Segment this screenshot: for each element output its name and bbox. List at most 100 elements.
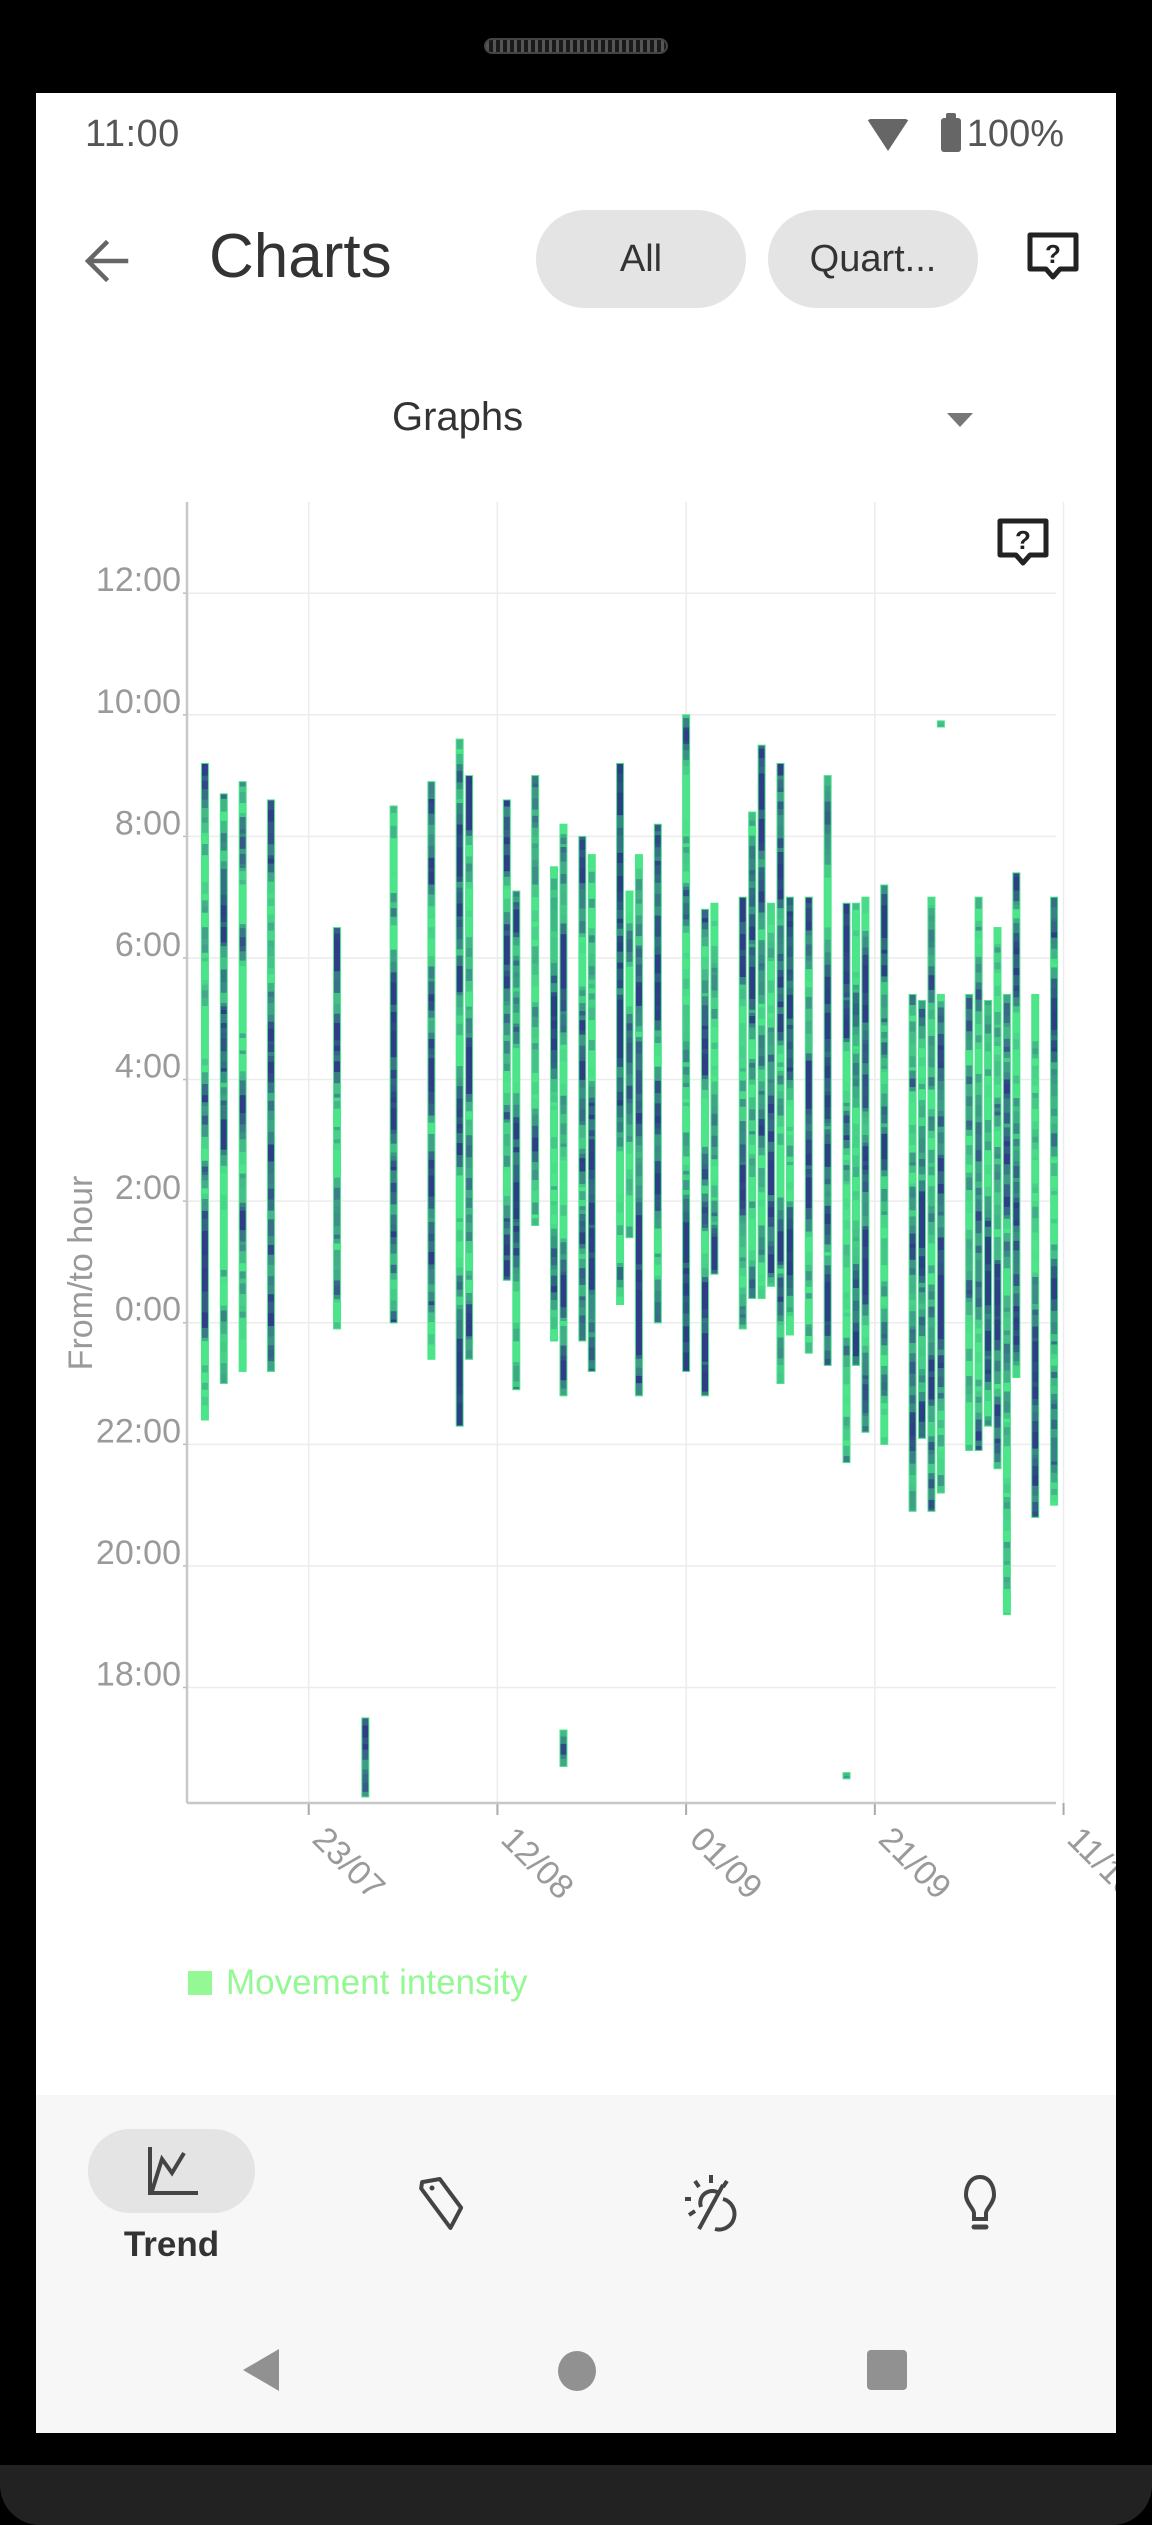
intensity-segment xyxy=(550,959,558,964)
intensity-segment xyxy=(559,1061,567,1068)
intensity-segment xyxy=(531,1094,539,1100)
intensity-segment xyxy=(616,1173,624,1185)
intensity-segment xyxy=(880,1437,888,1445)
intensity-segment xyxy=(220,876,228,887)
intensity-segment xyxy=(220,793,228,800)
intensity-segment xyxy=(559,938,567,946)
intensity-segment xyxy=(861,1229,869,1243)
intensity-segment xyxy=(852,1074,860,1080)
intensity-segment xyxy=(390,1057,398,1071)
intensity-segment xyxy=(748,1266,756,1281)
system-back-button[interactable] xyxy=(243,2349,279,2391)
intensity-segment xyxy=(588,1322,596,1333)
chart-help-button[interactable]: ? xyxy=(996,517,1052,573)
intensity-segment xyxy=(843,1170,851,1182)
intensity-segment xyxy=(748,1144,756,1155)
intensity-segment xyxy=(701,1318,709,1324)
intensity-segment xyxy=(965,1294,973,1299)
intensity-segment xyxy=(267,1326,275,1337)
intensity-segment xyxy=(456,1229,464,1242)
intensity-segment xyxy=(503,930,511,937)
intensity-segment xyxy=(333,1258,341,1267)
intensity-segment xyxy=(994,1350,1002,1362)
nav-item-trend[interactable] xyxy=(88,2129,255,2213)
intensity-segment xyxy=(758,902,766,913)
intensity-segment xyxy=(909,1361,917,1370)
intensity-segment xyxy=(758,994,766,1005)
intensity-segment xyxy=(635,879,643,891)
intensity-segment xyxy=(390,850,398,862)
intensity-segment xyxy=(852,1322,860,1333)
intensity-segment xyxy=(994,1335,1002,1341)
intensity-segment xyxy=(1050,1187,1058,1192)
intensity-segment xyxy=(550,1016,558,1021)
intensity-segment xyxy=(758,1218,766,1226)
intensity-segment xyxy=(984,1313,992,1320)
intensity-segment xyxy=(701,1146,709,1155)
intensity-segment xyxy=(201,952,209,959)
intensity-segment xyxy=(239,1202,247,1208)
intensity-segment xyxy=(1031,1251,1039,1263)
intensity-segment xyxy=(909,1183,917,1188)
intensity-segment xyxy=(635,1259,643,1265)
intensity-segment xyxy=(220,1218,228,1229)
intensity-segment xyxy=(805,1236,813,1241)
intensity-segment xyxy=(635,915,643,925)
intensity-segment xyxy=(927,1405,935,1412)
intensity-segment xyxy=(201,1102,209,1107)
nav-item-insights[interactable] xyxy=(896,2161,1063,2245)
intensity-segment xyxy=(616,980,624,989)
intensity-segment xyxy=(776,1325,784,1332)
intensity-segment xyxy=(748,820,756,827)
intensity-segment xyxy=(861,936,869,949)
intensity-segment xyxy=(456,1289,464,1298)
intensity-segment xyxy=(654,847,662,858)
intensity-segment xyxy=(927,1120,935,1132)
intensity-segment xyxy=(758,1285,766,1290)
intensity-segment xyxy=(220,1027,228,1034)
intensity-segment xyxy=(512,1222,520,1227)
intensity-segment xyxy=(739,909,747,919)
intensity-segment xyxy=(626,930,634,940)
intensity-segment xyxy=(635,924,643,937)
intensity-segment xyxy=(201,1277,209,1284)
intensity-segment xyxy=(559,1123,567,1136)
intensity-segment xyxy=(1003,1582,1011,1590)
intensity-segment xyxy=(201,1180,209,1189)
intensity-segment xyxy=(626,1030,634,1039)
intensity-segment xyxy=(776,1348,784,1359)
intensity-segment xyxy=(456,834,464,848)
intensity-segment xyxy=(626,980,634,991)
intensity-segment xyxy=(503,876,511,887)
intensity-segment xyxy=(710,1066,718,1071)
intensity-segment xyxy=(682,932,690,942)
intensity-segment xyxy=(559,1736,567,1745)
intensity-segment xyxy=(201,1341,209,1354)
intensity-segment xyxy=(786,1207,794,1217)
intensity-segment xyxy=(682,1352,690,1362)
intensity-segment xyxy=(861,1345,869,1354)
intensity-segment xyxy=(1031,1284,1039,1298)
intensity-segment xyxy=(1003,1595,1011,1607)
intensity-segment xyxy=(1050,1194,1058,1208)
intensity-segment xyxy=(465,1339,473,1351)
intensity-segment xyxy=(843,1181,851,1185)
nav-item-day-night[interactable] xyxy=(627,2161,794,2245)
intensity-segment xyxy=(786,1162,794,1166)
intensity-segment xyxy=(927,1221,935,1236)
intensity-segment xyxy=(843,903,851,915)
nav-item-tags[interactable] xyxy=(358,2161,525,2245)
intensity-segment xyxy=(465,1061,473,1072)
intensity-segment xyxy=(1012,1193,1020,1199)
intensity-segment xyxy=(994,1005,1002,1013)
system-home-button[interactable] xyxy=(558,2351,596,2391)
system-recents-button[interactable] xyxy=(867,2350,907,2390)
sleep-range-chart: 12:0010:008:006:004:002:000:0022:0020:00… xyxy=(62,502,1116,1907)
intensity-segment xyxy=(758,1176,766,1188)
intensity-segment xyxy=(578,1015,586,1021)
intensity-segment xyxy=(1050,1419,1058,1430)
intensity-segment xyxy=(456,916,464,921)
intensity-segment xyxy=(1031,1048,1039,1055)
intensity-segment xyxy=(852,1180,860,1192)
intensity-segment xyxy=(937,1291,945,1299)
